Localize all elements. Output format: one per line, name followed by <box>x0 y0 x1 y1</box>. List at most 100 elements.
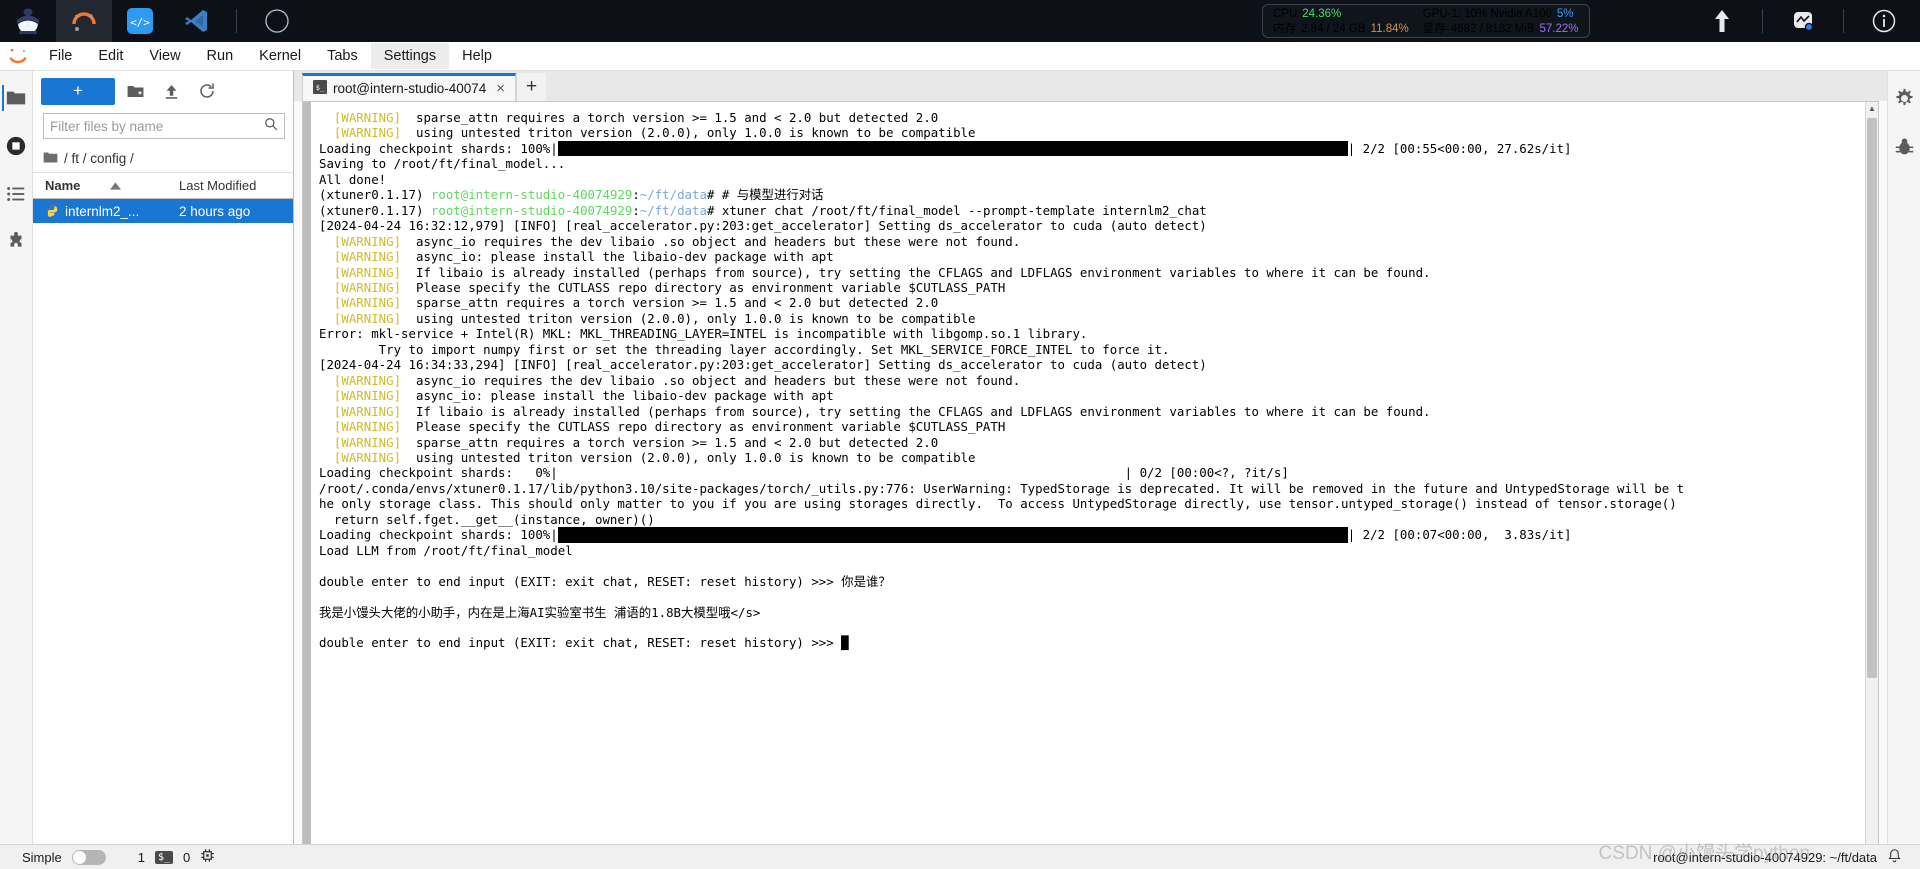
right-rail <box>1887 71 1920 869</box>
python-file-icon <box>45 203 59 220</box>
terminal-line: [WARNING] async_io: please install the l… <box>333 249 834 265</box>
bug-icon[interactable] <box>1891 133 1917 159</box>
terminal-scrollbar[interactable]: ▲ ▼ <box>1865 102 1878 860</box>
tab-bar: $_ root@intern-studio-40074 × + <box>294 71 1887 101</box>
sidebar-item-file-browser[interactable] <box>2 85 28 111</box>
terminal-line: [WARNING] using untested triton version … <box>333 310 976 326</box>
vscode-app-icon[interactable] <box>168 0 224 42</box>
terminal-line: [WARNING] sparse_attn requires a torch v… <box>333 110 939 125</box>
cpu-line: CPU 24.36% <box>1273 7 1409 21</box>
terminal-line: (xtuner0.1.17) root@intern-studio-400749… <box>319 187 824 203</box>
close-icon[interactable]: × <box>496 80 505 97</box>
sidebar-item-toc[interactable] <box>3 181 29 207</box>
terminal-line: [WARNING] async_io requires the dev liba… <box>333 233 1021 249</box>
refresh-button[interactable] <box>191 78 223 105</box>
network-monitor-icon[interactable] <box>1775 0 1831 42</box>
compass-app-icon[interactable] <box>249 0 305 42</box>
sunset-app-icon[interactable] <box>56 0 112 42</box>
ninja-app-icon[interactable] <box>0 0 56 42</box>
info-icon[interactable] <box>1856 0 1912 42</box>
breadcrumb[interactable]: / ft / config / <box>33 145 293 173</box>
cpu-value: 24.36% <box>1302 7 1342 20</box>
upload-button[interactable] <box>155 78 187 105</box>
menu-file[interactable]: File <box>36 43 85 69</box>
terminal-line: Saving to /root/ft/final_model... <box>319 156 566 172</box>
terminal-line: [WARNING] sparse_attn requires a torch v… <box>333 295 939 311</box>
gpu-percent: 5% <box>1556 7 1574 20</box>
gear-icon[interactable] <box>1891 85 1917 111</box>
search-icon <box>264 117 278 136</box>
add-tab-button[interactable]: + <box>516 73 547 101</box>
terminal-count: 0 <box>183 849 191 865</box>
terminal-container[interactable]: [WARNING] sparse_attn requires a torch v… <box>302 101 1879 861</box>
terminal-line: Loading checkpoint shards: 100%| | 2/2 [… <box>319 140 1572 157</box>
terminal-line: Error: mkl-service + Intel(R) MKL: MKL_T… <box>319 326 1088 342</box>
topbar-right-icons <box>1694 0 1920 42</box>
status-bar: Simple 1 $_ 0 root@intern-studio-4007492… <box>0 844 1920 869</box>
filter-files-field[interactable] <box>43 113 285 139</box>
tab-terminal[interactable]: $_ root@intern-studio-40074 × <box>302 73 517 101</box>
status-left: Simple 1 $_ 0 <box>0 848 215 866</box>
topbar-divider-2 <box>1762 9 1763 33</box>
sidebar-item-extensions[interactable] <box>3 229 29 255</box>
menu-tabs[interactable]: Tabs <box>314 43 371 69</box>
terminal-badge-icon: $_ <box>154 850 174 864</box>
new-launcher-button[interactable]: + <box>41 77 115 105</box>
search-input[interactable] <box>50 118 264 134</box>
terminal-line: (xtuner0.1.17) root@intern-studio-400749… <box>319 202 1207 218</box>
terminal-line: [WARNING] using untested triton version … <box>333 125 976 141</box>
new-folder-button[interactable] <box>119 78 151 105</box>
bell-icon[interactable] <box>1887 848 1902 867</box>
memory-percent: 11.84% <box>1370 22 1409 35</box>
vram-label: 显存 <box>1422 22 1446 35</box>
terminal-output[interactable]: [WARNING] sparse_attn requires a torch v… <box>311 102 1865 860</box>
gpu-vram-column: GPU-1: 10% Nvidia A100 5% 显存 4682 / 8182… <box>1423 7 1579 36</box>
sort-ascending-icon <box>110 178 122 193</box>
vram-percent: 57.22% <box>1539 22 1579 35</box>
code-app-icon[interactable]: </> <box>112 0 168 42</box>
column-header-name[interactable]: Name <box>33 178 171 193</box>
chip-icon[interactable] <box>200 848 215 866</box>
menu-help[interactable]: Help <box>449 43 505 69</box>
terminal-line: Loading checkpoint shards: 0%| | 0/2 [00… <box>319 465 1289 481</box>
terminal-line: All done! <box>319 171 387 187</box>
file-browser-panel: + / ft / config / Name <box>33 71 294 869</box>
terminal-line: return self.fget.__get__(instance, owner… <box>319 511 655 527</box>
sidebar-item-running[interactable] <box>3 133 29 159</box>
terminal-line: double enter to end input (EXIT: exit ch… <box>319 573 891 589</box>
terminal-left-gutter <box>303 102 311 860</box>
upload-arrow-icon[interactable] <box>1694 0 1750 42</box>
terminal-line: /root/.conda/envs/xtuner0.1.17/lib/pytho… <box>319 480 1685 496</box>
terminal-line: 我是小馒头大佬的小助手，内在是上海AI实验室书生 浦语的1.8B大模型哦</s> <box>319 604 761 620</box>
toolbar-divider <box>236 9 237 33</box>
breadcrumb-path: / ft / config / <box>64 151 134 166</box>
memory-value: 2.84 / 24 GB <box>1301 22 1366 35</box>
svg-text:$_: $_ <box>316 84 325 92</box>
kernel-count: 1 <box>137 849 145 865</box>
terminal-line: Try to import numpy first or set the thr… <box>319 341 1170 357</box>
terminal-line: [2024-04-24 16:34:33,294] [INFO] [real_a… <box>319 357 1207 373</box>
os-top-bar: </> CPU 24.36% 内存 2.84 / 24 GB 11.84% GP… <box>0 0 1920 42</box>
vram-line: 显存 4682 / 8182 MiB 57.22% <box>1423 22 1579 36</box>
menu-run[interactable]: Run <box>194 43 247 69</box>
terminal-line: Loading checkpoint shards: 100%| | 2/2 [… <box>319 527 1572 543</box>
simple-mode-toggle[interactable] <box>71 849 106 865</box>
menu-edit[interactable]: Edit <box>85 43 136 69</box>
scroll-up-icon[interactable]: ▲ <box>1866 102 1878 115</box>
terminal-line: [WARNING] async_io requires the dev liba… <box>333 372 1021 388</box>
vram-value: 4682 / 8182 MiB <box>1450 22 1535 35</box>
scrollbar-thumb[interactable] <box>1867 118 1877 678</box>
menu-view[interactable]: View <box>136 43 193 69</box>
menu-settings[interactable]: Settings <box>370 43 450 69</box>
memory-line: 内存 2.84 / 24 GB 11.84% <box>1273 22 1409 36</box>
list-item[interactable]: internlm2_... 2 hours ago <box>33 199 293 223</box>
main-area: + / ft / config / Name <box>0 71 1920 869</box>
terminal-line: [WARNING] using untested triton version … <box>333 449 976 465</box>
column-header-modified[interactable]: Last Modified <box>171 178 293 193</box>
menu-kernel[interactable]: Kernel <box>246 43 314 69</box>
file-browser-toolbar: + <box>33 71 293 111</box>
topbar-divider-3 <box>1843 9 1844 33</box>
memory-label: 内存 <box>1273 22 1296 35</box>
file-list-header: Name Last Modified <box>33 173 293 199</box>
terminal-line: Load LLM from /root/ft/final_model <box>319 542 573 558</box>
